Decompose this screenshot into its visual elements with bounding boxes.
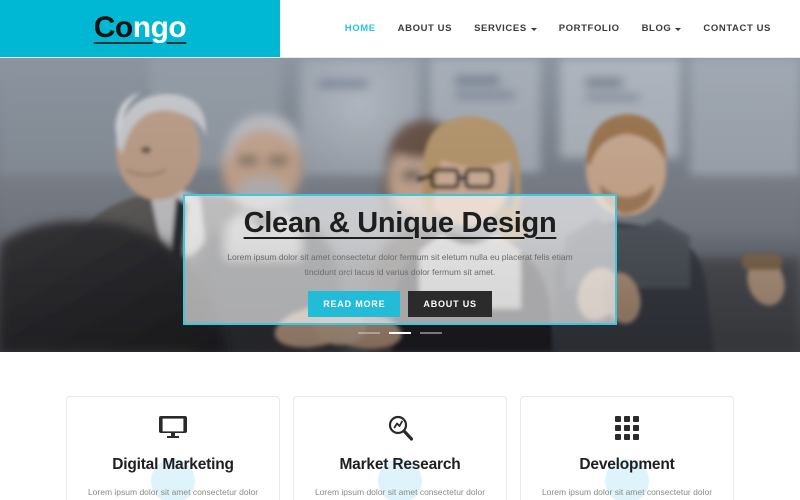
hero-slider: Clean & Unique Design Lorem ipsum dolor … bbox=[0, 58, 800, 352]
services-section: Digital Marketing Lorem ipsum dolor sit … bbox=[0, 352, 800, 500]
nav-label: SERVICES bbox=[474, 23, 527, 34]
hero-title: Clean & Unique Design bbox=[243, 207, 557, 239]
nav-item-services[interactable]: SERVICES bbox=[463, 17, 548, 40]
hero-button-group: READ MORE ABOUT US bbox=[308, 290, 492, 317]
hero-content-card: Clean & Unique Design Lorem ipsum dolor … bbox=[183, 194, 617, 325]
nav-item-home[interactable]: HOME bbox=[334, 17, 387, 40]
grid-icon bbox=[615, 413, 639, 443]
slider-dot-2[interactable] bbox=[389, 332, 411, 334]
service-card-development[interactable]: Development Lorem ipsum dolor sit amet c… bbox=[520, 396, 734, 500]
site-logo[interactable]: Congo bbox=[93, 10, 187, 45]
service-card-digital-marketing[interactable]: Digital Marketing Lorem ipsum dolor sit … bbox=[66, 396, 280, 500]
nav-label: HOME bbox=[344, 23, 376, 34]
service-card-list: Digital Marketing Lorem ipsum dolor sit … bbox=[0, 396, 800, 500]
service-title: Market Research bbox=[339, 456, 461, 473]
nav-label: BLOG bbox=[641, 23, 672, 34]
service-card-market-research[interactable]: Market Research Lorem ipsum dolor sit am… bbox=[293, 396, 507, 500]
service-description: Lorem ipsum dolor sit amet consectetur d… bbox=[541, 487, 713, 497]
site-header: Congo HOME ABOUT US SERVICES PORTFOLIO B… bbox=[0, 0, 800, 58]
nav-item-portfolio[interactable]: PORTFOLIO bbox=[548, 17, 631, 40]
hero-subtitle: Lorem ipsum dolor sit amet consectetur d… bbox=[227, 251, 573, 277]
main-navigation: HOME ABOUT US SERVICES PORTFOLIO BLOG CO… bbox=[280, 0, 800, 57]
service-description: Lorem ipsum dolor sit amet consectetur d… bbox=[314, 487, 486, 497]
service-description: Lorem ipsum dolor sit amet consectetur d… bbox=[87, 487, 259, 497]
nav-item-about-us[interactable]: ABOUT US bbox=[387, 17, 463, 40]
slider-dot-1[interactable] bbox=[358, 332, 380, 334]
about-us-button[interactable]: ABOUT US bbox=[408, 290, 492, 317]
logo-text-secondary: ngo bbox=[132, 10, 187, 44]
read-more-button[interactable]: READ MORE bbox=[308, 290, 401, 317]
chevron-down-icon bbox=[675, 28, 682, 31]
nav-label: CONTACT US bbox=[703, 23, 771, 34]
search-chart-icon bbox=[387, 413, 413, 443]
service-title: Development bbox=[579, 456, 675, 473]
nav-item-blog[interactable]: BLOG bbox=[631, 17, 693, 40]
slider-pagination bbox=[0, 332, 800, 334]
nav-label: PORTFOLIO bbox=[558, 23, 620, 34]
nav-label: ABOUT US bbox=[397, 23, 453, 34]
chevron-down-icon bbox=[530, 28, 537, 31]
nav-item-contact-us[interactable]: CONTACT US bbox=[692, 17, 782, 40]
service-title: Digital Marketing bbox=[112, 456, 234, 473]
monitor-icon bbox=[159, 413, 187, 443]
logo-block[interactable]: Congo bbox=[0, 0, 280, 57]
slider-dot-3[interactable] bbox=[420, 332, 442, 334]
logo-text-primary: Co bbox=[93, 10, 134, 44]
